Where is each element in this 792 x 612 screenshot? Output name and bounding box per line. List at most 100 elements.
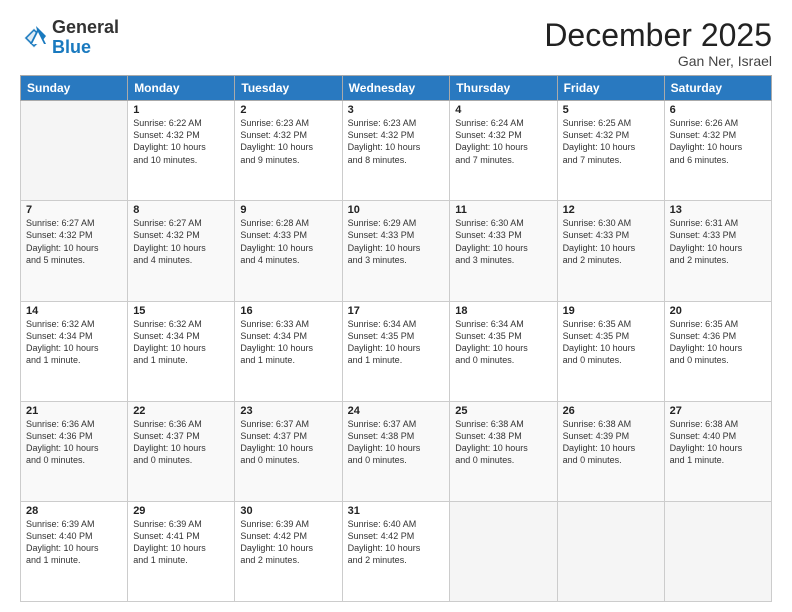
day-info: Sunrise: 6:36 AM Sunset: 4:37 PM Dayligh… xyxy=(133,418,229,467)
logo: General Blue xyxy=(20,18,119,58)
logo-text: General Blue xyxy=(52,18,119,58)
day-info: Sunrise: 6:26 AM Sunset: 4:32 PM Dayligh… xyxy=(670,117,766,166)
title-block: December 2025 Gan Ner, Israel xyxy=(544,18,772,69)
calendar-cell: 3Sunrise: 6:23 AM Sunset: 4:32 PM Daylig… xyxy=(342,101,450,201)
calendar-cell: 2Sunrise: 6:23 AM Sunset: 4:32 PM Daylig… xyxy=(235,101,342,201)
day-number: 16 xyxy=(240,305,336,317)
calendar-cell: 30Sunrise: 6:39 AM Sunset: 4:42 PM Dayli… xyxy=(235,501,342,601)
calendar-cell: 6Sunrise: 6:26 AM Sunset: 4:32 PM Daylig… xyxy=(664,101,771,201)
day-info: Sunrise: 6:37 AM Sunset: 4:37 PM Dayligh… xyxy=(240,418,336,467)
calendar-cell: 21Sunrise: 6:36 AM Sunset: 4:36 PM Dayli… xyxy=(21,401,128,501)
calendar-cell: 25Sunrise: 6:38 AM Sunset: 4:38 PM Dayli… xyxy=(450,401,557,501)
calendar-cell: 22Sunrise: 6:36 AM Sunset: 4:37 PM Dayli… xyxy=(128,401,235,501)
day-number: 2 xyxy=(240,104,336,116)
calendar-cell xyxy=(557,501,664,601)
day-number: 18 xyxy=(455,305,551,317)
day-number: 8 xyxy=(133,204,229,216)
day-info: Sunrise: 6:28 AM Sunset: 4:33 PM Dayligh… xyxy=(240,217,336,266)
day-info: Sunrise: 6:39 AM Sunset: 4:40 PM Dayligh… xyxy=(26,518,122,567)
day-number: 13 xyxy=(670,204,766,216)
day-info: Sunrise: 6:40 AM Sunset: 4:42 PM Dayligh… xyxy=(348,518,445,567)
day-number: 5 xyxy=(563,104,659,116)
day-number: 1 xyxy=(133,104,229,116)
calendar-cell: 18Sunrise: 6:34 AM Sunset: 4:35 PM Dayli… xyxy=(450,301,557,401)
day-number: 25 xyxy=(455,405,551,417)
logo-icon xyxy=(20,24,48,52)
weekday-header: Sunday xyxy=(21,76,128,101)
calendar-week-row: 28Sunrise: 6:39 AM Sunset: 4:40 PM Dayli… xyxy=(21,501,772,601)
day-info: Sunrise: 6:38 AM Sunset: 4:38 PM Dayligh… xyxy=(455,418,551,467)
calendar-cell: 11Sunrise: 6:30 AM Sunset: 4:33 PM Dayli… xyxy=(450,201,557,301)
day-info: Sunrise: 6:30 AM Sunset: 4:33 PM Dayligh… xyxy=(455,217,551,266)
weekday-header: Wednesday xyxy=(342,76,450,101)
month-year: December 2025 xyxy=(544,18,772,53)
calendar-cell: 17Sunrise: 6:34 AM Sunset: 4:35 PM Dayli… xyxy=(342,301,450,401)
day-info: Sunrise: 6:23 AM Sunset: 4:32 PM Dayligh… xyxy=(348,117,445,166)
day-info: Sunrise: 6:34 AM Sunset: 4:35 PM Dayligh… xyxy=(455,318,551,367)
day-info: Sunrise: 6:27 AM Sunset: 4:32 PM Dayligh… xyxy=(133,217,229,266)
calendar-cell: 14Sunrise: 6:32 AM Sunset: 4:34 PM Dayli… xyxy=(21,301,128,401)
calendar-cell: 13Sunrise: 6:31 AM Sunset: 4:33 PM Dayli… xyxy=(664,201,771,301)
day-info: Sunrise: 6:39 AM Sunset: 4:42 PM Dayligh… xyxy=(240,518,336,567)
day-number: 10 xyxy=(348,204,445,216)
calendar-cell: 7Sunrise: 6:27 AM Sunset: 4:32 PM Daylig… xyxy=(21,201,128,301)
day-number: 22 xyxy=(133,405,229,417)
day-info: Sunrise: 6:25 AM Sunset: 4:32 PM Dayligh… xyxy=(563,117,659,166)
calendar-cell: 16Sunrise: 6:33 AM Sunset: 4:34 PM Dayli… xyxy=(235,301,342,401)
calendar-cell: 15Sunrise: 6:32 AM Sunset: 4:34 PM Dayli… xyxy=(128,301,235,401)
calendar-cell xyxy=(450,501,557,601)
day-info: Sunrise: 6:23 AM Sunset: 4:32 PM Dayligh… xyxy=(240,117,336,166)
day-number: 24 xyxy=(348,405,445,417)
calendar-cell: 9Sunrise: 6:28 AM Sunset: 4:33 PM Daylig… xyxy=(235,201,342,301)
day-info: Sunrise: 6:24 AM Sunset: 4:32 PM Dayligh… xyxy=(455,117,551,166)
day-info: Sunrise: 6:32 AM Sunset: 4:34 PM Dayligh… xyxy=(26,318,122,367)
day-number: 19 xyxy=(563,305,659,317)
calendar-header-row: SundayMondayTuesdayWednesdayThursdayFrid… xyxy=(21,76,772,101)
calendar-cell: 10Sunrise: 6:29 AM Sunset: 4:33 PM Dayli… xyxy=(342,201,450,301)
day-number: 29 xyxy=(133,505,229,517)
day-info: Sunrise: 6:31 AM Sunset: 4:33 PM Dayligh… xyxy=(670,217,766,266)
day-number: 17 xyxy=(348,305,445,317)
day-number: 20 xyxy=(670,305,766,317)
day-info: Sunrise: 6:39 AM Sunset: 4:41 PM Dayligh… xyxy=(133,518,229,567)
calendar-cell: 1Sunrise: 6:22 AM Sunset: 4:32 PM Daylig… xyxy=(128,101,235,201)
calendar-cell: 28Sunrise: 6:39 AM Sunset: 4:40 PM Dayli… xyxy=(21,501,128,601)
location: Gan Ner, Israel xyxy=(544,53,772,69)
calendar-table: SundayMondayTuesdayWednesdayThursdayFrid… xyxy=(20,75,772,602)
day-number: 6 xyxy=(670,104,766,116)
day-info: Sunrise: 6:37 AM Sunset: 4:38 PM Dayligh… xyxy=(348,418,445,467)
calendar-cell: 29Sunrise: 6:39 AM Sunset: 4:41 PM Dayli… xyxy=(128,501,235,601)
calendar-cell: 24Sunrise: 6:37 AM Sunset: 4:38 PM Dayli… xyxy=(342,401,450,501)
calendar-cell xyxy=(664,501,771,601)
calendar-cell: 8Sunrise: 6:27 AM Sunset: 4:32 PM Daylig… xyxy=(128,201,235,301)
calendar-cell: 20Sunrise: 6:35 AM Sunset: 4:36 PM Dayli… xyxy=(664,301,771,401)
weekday-header: Saturday xyxy=(664,76,771,101)
day-number: 27 xyxy=(670,405,766,417)
logo-general-text: General xyxy=(52,17,119,37)
calendar-cell: 5Sunrise: 6:25 AM Sunset: 4:32 PM Daylig… xyxy=(557,101,664,201)
calendar-week-row: 21Sunrise: 6:36 AM Sunset: 4:36 PM Dayli… xyxy=(21,401,772,501)
header: General Blue December 2025 Gan Ner, Isra… xyxy=(20,18,772,69)
day-number: 3 xyxy=(348,104,445,116)
day-info: Sunrise: 6:34 AM Sunset: 4:35 PM Dayligh… xyxy=(348,318,445,367)
logo-blue-text: Blue xyxy=(52,37,91,57)
page: General Blue December 2025 Gan Ner, Isra… xyxy=(0,0,792,612)
calendar-week-row: 1Sunrise: 6:22 AM Sunset: 4:32 PM Daylig… xyxy=(21,101,772,201)
day-number: 12 xyxy=(563,204,659,216)
day-info: Sunrise: 6:33 AM Sunset: 4:34 PM Dayligh… xyxy=(240,318,336,367)
calendar-cell: 27Sunrise: 6:38 AM Sunset: 4:40 PM Dayli… xyxy=(664,401,771,501)
day-number: 21 xyxy=(26,405,122,417)
weekday-header: Friday xyxy=(557,76,664,101)
calendar-cell: 23Sunrise: 6:37 AM Sunset: 4:37 PM Dayli… xyxy=(235,401,342,501)
day-number: 15 xyxy=(133,305,229,317)
day-info: Sunrise: 6:30 AM Sunset: 4:33 PM Dayligh… xyxy=(563,217,659,266)
day-info: Sunrise: 6:35 AM Sunset: 4:36 PM Dayligh… xyxy=(670,318,766,367)
weekday-header: Tuesday xyxy=(235,76,342,101)
day-info: Sunrise: 6:38 AM Sunset: 4:40 PM Dayligh… xyxy=(670,418,766,467)
day-number: 11 xyxy=(455,204,551,216)
day-number: 23 xyxy=(240,405,336,417)
day-number: 26 xyxy=(563,405,659,417)
day-number: 28 xyxy=(26,505,122,517)
calendar-cell: 4Sunrise: 6:24 AM Sunset: 4:32 PM Daylig… xyxy=(450,101,557,201)
day-info: Sunrise: 6:29 AM Sunset: 4:33 PM Dayligh… xyxy=(348,217,445,266)
